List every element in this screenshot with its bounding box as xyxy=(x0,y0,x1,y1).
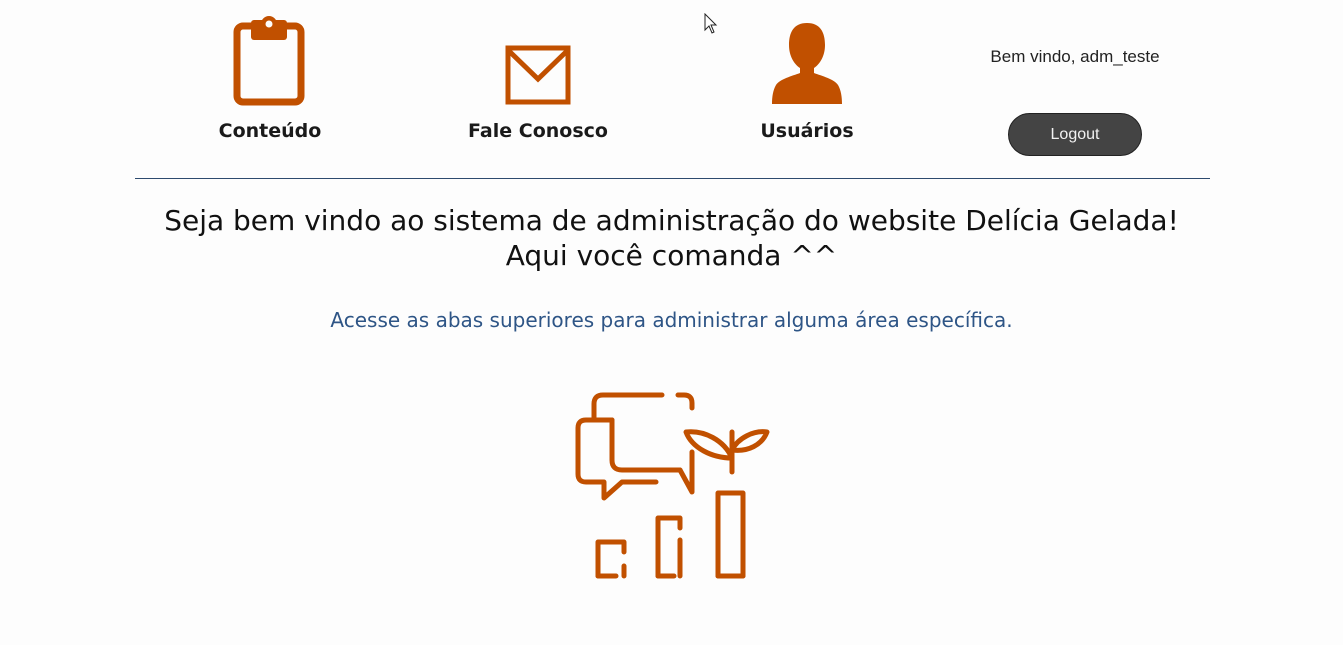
nav-label-fale-conosco: Fale Conosco xyxy=(468,120,608,142)
welcome-text: Bem vindo, adm_teste xyxy=(990,47,1160,66)
envelope-icon xyxy=(505,45,571,110)
nav-item-usuarios[interactable]: Usuários xyxy=(737,0,877,150)
nav-label-conteudo: Conteúdo xyxy=(218,120,322,142)
chat-growth-chart-icon xyxy=(574,390,774,587)
nav-item-conteudo[interactable]: Conteúdo xyxy=(200,0,340,150)
top-nav: Conteúdo Fale Conosco Usuários Bem vindo… xyxy=(0,0,1343,180)
nav-label-usuarios: Usuários xyxy=(760,120,854,142)
logout-button[interactable]: Logout xyxy=(1008,113,1142,156)
instruction-text: Acesse as abas superiores para administr… xyxy=(330,308,1013,332)
header-divider xyxy=(135,178,1210,179)
clipboard-icon xyxy=(233,14,305,111)
nav-item-fale-conosco[interactable]: Fale Conosco xyxy=(468,0,608,150)
user-icon xyxy=(772,21,842,110)
page-title-line-2: Aqui você comanda ^^ xyxy=(505,239,838,272)
page-title: Seja bem vindo ao sistema de administraç… xyxy=(0,203,1343,273)
mouse-cursor-icon xyxy=(704,12,718,40)
page-title-line-1: Seja bem vindo ao sistema de administraç… xyxy=(164,204,1179,237)
